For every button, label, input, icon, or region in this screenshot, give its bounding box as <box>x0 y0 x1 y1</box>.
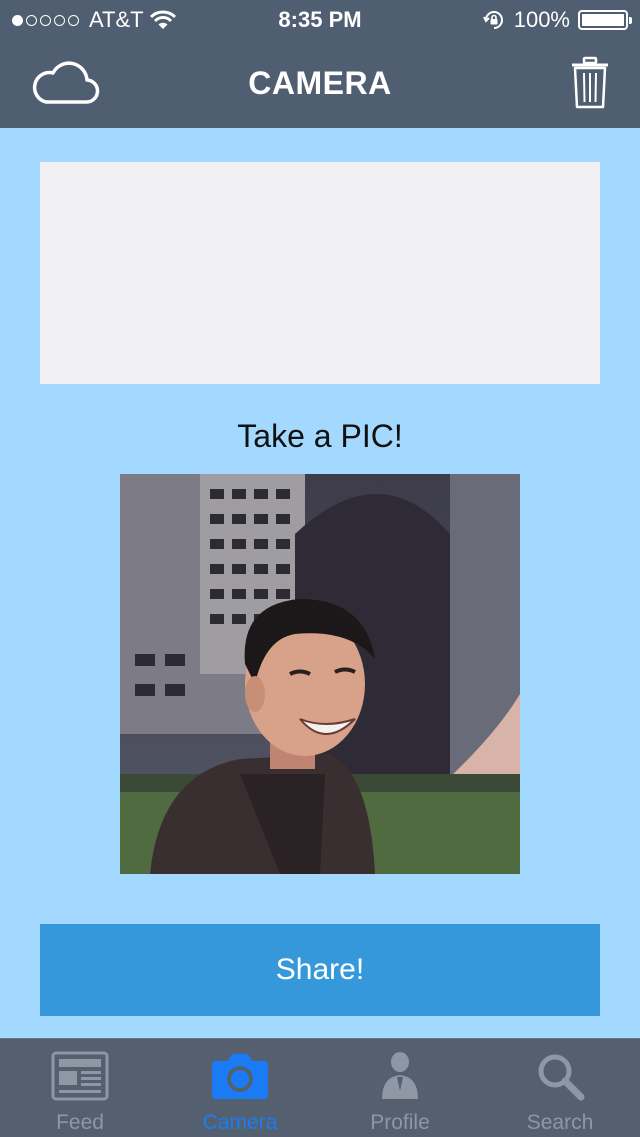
orientation-lock-icon <box>482 11 503 29</box>
caption-box[interactable] <box>40 162 600 384</box>
trash-icon[interactable] <box>570 56 610 110</box>
photo-image <box>120 474 520 874</box>
person-icon <box>382 1052 418 1099</box>
newspaper-icon <box>51 1051 109 1101</box>
wifi-icon <box>149 10 176 29</box>
share-button[interactable]: Share! <box>40 924 600 1016</box>
page-title: CAMERA <box>248 65 392 101</box>
tab-camera[interactable]: Camera <box>160 1039 320 1137</box>
tab-label: Camera <box>202 1111 278 1134</box>
carrier-label: AT&T <box>89 7 144 32</box>
status-right: 100% <box>482 7 632 33</box>
tab-bar: Feed Camera Profile Search <box>0 1038 640 1137</box>
navigation-bar: CAMERA <box>0 40 640 128</box>
captured-photo[interactable] <box>120 474 520 874</box>
search-icon <box>538 1054 585 1101</box>
battery-percent: 100% <box>513 7 570 32</box>
status-bar: AT&T 8:35 PM 100% <box>0 0 640 40</box>
tab-feed[interactable]: Feed <box>0 1039 160 1137</box>
take-pic-prompt: Take a PIC! <box>237 418 403 454</box>
tab-profile[interactable]: Profile <box>320 1039 480 1137</box>
tab-label: Feed <box>56 1111 104 1134</box>
battery-icon <box>578 10 632 30</box>
tab-search[interactable]: Search <box>480 1039 640 1137</box>
camera-icon <box>212 1054 268 1099</box>
status-left: AT&T <box>12 7 176 33</box>
tab-label: Search <box>526 1111 594 1134</box>
tab-label: Profile <box>370 1111 430 1134</box>
signal-strength-icon <box>12 14 79 26</box>
